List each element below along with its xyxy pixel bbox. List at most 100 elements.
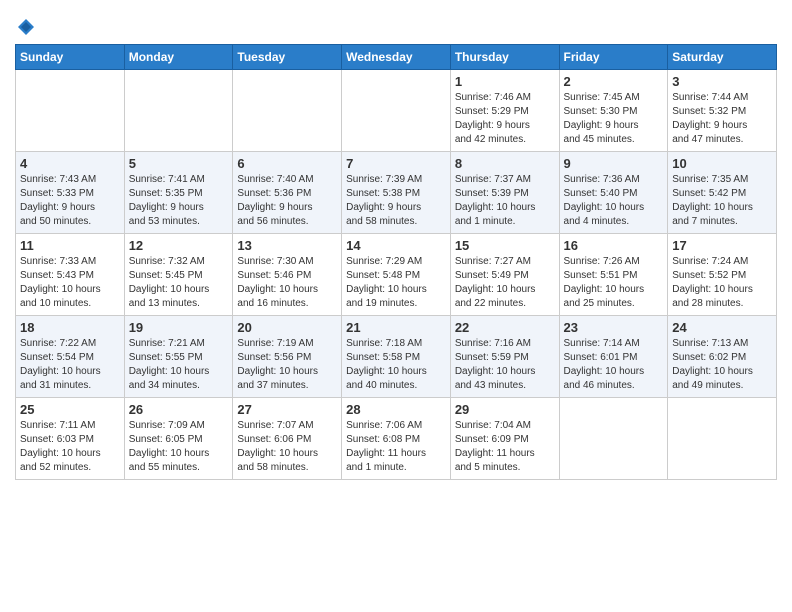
day-number: 8 — [455, 156, 555, 171]
day-info: Sunrise: 7:39 AM Sunset: 5:38 PM Dayligh… — [346, 173, 446, 229]
day-info: Sunrise: 7:04 AM Sunset: 6:09 PM Dayligh… — [455, 419, 555, 475]
week-row-3: 11 Sunrise: 7:33 AM Sunset: 5:43 PM Dayli… — [16, 234, 777, 316]
day-number: 9 — [564, 156, 664, 171]
header — [15, 10, 777, 36]
calendar-cell: 15Sunrise: 7:27 AM Sunset: 5:49 PM Dayli… — [450, 234, 559, 316]
day-number: 14 — [346, 238, 446, 253]
calendar-cell: 6 Sunrise: 7:40 AM Sunset: 5:36 PM Daylig… — [233, 152, 342, 234]
day-info: Sunrise: 7:30 AM Sunset: 5:46 PM Dayligh… — [237, 255, 337, 311]
day-info: Sunrise: 7:29 AM Sunset: 5:48 PM Dayligh… — [346, 255, 446, 311]
day-info: Sunrise: 7:16 AM Sunset: 5:59 PM Dayligh… — [455, 337, 555, 393]
calendar-cell — [233, 70, 342, 152]
calendar-cell: 12 Sunrise: 7:32 AM Sunset: 5:45 PM Dayli… — [124, 234, 233, 316]
calendar-cell — [16, 70, 125, 152]
week-row-5: 25Sunrise: 7:11 AM Sunset: 6:03 PM Dayli… — [16, 398, 777, 480]
day-info: Sunrise: 7:32 AM Sunset: 5:45 PM Dayligh… — [129, 255, 229, 311]
day-number: 26 — [129, 402, 229, 417]
day-info: Sunrise: 7:37 AM Sunset: 5:39 PM Dayligh… — [455, 173, 555, 229]
day-number: 28 — [346, 402, 446, 417]
day-header-thursday: Thursday — [450, 45, 559, 70]
calendar-cell: 3 Sunrise: 7:44 AM Sunset: 5:32 PM Daylig… — [668, 70, 777, 152]
calendar-cell: 17Sunrise: 7:24 AM Sunset: 5:52 PM Dayli… — [668, 234, 777, 316]
day-info: Sunrise: 7:14 AM Sunset: 6:01 PM Dayligh… — [564, 337, 664, 393]
day-info: Sunrise: 7:46 AM Sunset: 5:29 PM Dayligh… — [455, 91, 555, 147]
calendar-cell: 1 Sunrise: 7:46 AM Sunset: 5:29 PM Daylig… — [450, 70, 559, 152]
day-number: 21 — [346, 320, 446, 335]
calendar-cell: 25Sunrise: 7:11 AM Sunset: 6:03 PM Dayli… — [16, 398, 125, 480]
day-number: 4 — [20, 156, 120, 171]
day-header-monday: Monday — [124, 45, 233, 70]
calendar-cell: 10 Sunrise: 7:35 AM Sunset: 5:42 PM Dayli… — [668, 152, 777, 234]
day-header-saturday: Saturday — [668, 45, 777, 70]
day-number: 12 — [129, 238, 229, 253]
day-info: Sunrise: 7:21 AM Sunset: 5:55 PM Dayligh… — [129, 337, 229, 393]
calendar-cell — [342, 70, 451, 152]
day-number: 5 — [129, 156, 229, 171]
day-number: 27 — [237, 402, 337, 417]
day-header-sunday: Sunday — [16, 45, 125, 70]
day-number: 23 — [564, 320, 664, 335]
calendar-cell — [668, 398, 777, 480]
day-info: Sunrise: 7:35 AM Sunset: 5:42 PM Dayligh… — [672, 173, 772, 229]
calendar-cell: 4 Sunrise: 7:43 AM Sunset: 5:33 PM Daylig… — [16, 152, 125, 234]
calendar-cell: 23 Sunrise: 7:14 AM Sunset: 6:01 PM Dayli… — [559, 316, 668, 398]
calendar-cell: 5 Sunrise: 7:41 AM Sunset: 5:35 PM Daylig… — [124, 152, 233, 234]
day-number: 10 — [672, 156, 772, 171]
day-number: 22 — [455, 320, 555, 335]
calendar-cell: 2 Sunrise: 7:45 AM Sunset: 5:30 PM Daylig… — [559, 70, 668, 152]
calendar-cell — [559, 398, 668, 480]
week-row-4: 18 Sunrise: 7:22 AM Sunset: 5:54 PM Dayli… — [16, 316, 777, 398]
day-info: Sunrise: 7:27 AM Sunset: 5:49 PM Dayligh… — [455, 255, 555, 311]
day-number: 2 — [564, 74, 664, 89]
calendar-cell: 26 Sunrise: 7:09 AM Sunset: 6:05 PM Dayli… — [124, 398, 233, 480]
day-info: Sunrise: 7:36 AM Sunset: 5:40 PM Dayligh… — [564, 173, 664, 229]
day-info: Sunrise: 7:44 AM Sunset: 5:32 PM Dayligh… — [672, 91, 772, 147]
calendar-cell: 29 Sunrise: 7:04 AM Sunset: 6:09 PM Dayli… — [450, 398, 559, 480]
calendar-cell: 27 Sunrise: 7:07 AM Sunset: 6:06 PM Dayli… — [233, 398, 342, 480]
day-info: Sunrise: 7:19 AM Sunset: 5:56 PM Dayligh… — [237, 337, 337, 393]
day-number: 20 — [237, 320, 337, 335]
logo-flag-icon — [17, 18, 35, 36]
day-info: Sunrise: 7:07 AM Sunset: 6:06 PM Dayligh… — [237, 419, 337, 475]
day-info: Sunrise: 7:11 AM Sunset: 6:03 PM Dayligh… — [20, 419, 120, 475]
day-header-friday: Friday — [559, 45, 668, 70]
calendar-cell: 20 Sunrise: 7:19 AM Sunset: 5:56 PM Dayli… — [233, 316, 342, 398]
calendar-cell: 13 Sunrise: 7:30 AM Sunset: 5:46 PM Dayli… — [233, 234, 342, 316]
day-info: Sunrise: 7:45 AM Sunset: 5:30 PM Dayligh… — [564, 91, 664, 147]
calendar-cell: 11 Sunrise: 7:33 AM Sunset: 5:43 PM Dayli… — [16, 234, 125, 316]
calendar-cell: 7Sunrise: 7:39 AM Sunset: 5:38 PM Daylig… — [342, 152, 451, 234]
day-number: 29 — [455, 402, 555, 417]
day-number: 3 — [672, 74, 772, 89]
day-number: 6 — [237, 156, 337, 171]
logo — [15, 18, 37, 36]
calendar-cell: 16 Sunrise: 7:26 AM Sunset: 5:51 PM Dayli… — [559, 234, 668, 316]
calendar-cell: 22 Sunrise: 7:16 AM Sunset: 5:59 PM Dayli… — [450, 316, 559, 398]
day-number: 11 — [20, 238, 120, 253]
day-info: Sunrise: 7:09 AM Sunset: 6:05 PM Dayligh… — [129, 419, 229, 475]
day-number: 1 — [455, 74, 555, 89]
calendar-table: SundayMondayTuesdayWednesdayThursdayFrid… — [15, 44, 777, 480]
day-number: 13 — [237, 238, 337, 253]
day-info: Sunrise: 7:40 AM Sunset: 5:36 PM Dayligh… — [237, 173, 337, 229]
week-row-2: 4 Sunrise: 7:43 AM Sunset: 5:33 PM Daylig… — [16, 152, 777, 234]
day-info: Sunrise: 7:33 AM Sunset: 5:43 PM Dayligh… — [20, 255, 120, 311]
day-info: Sunrise: 7:43 AM Sunset: 5:33 PM Dayligh… — [20, 173, 120, 229]
day-info: Sunrise: 7:41 AM Sunset: 5:35 PM Dayligh… — [129, 173, 229, 229]
day-info: Sunrise: 7:26 AM Sunset: 5:51 PM Dayligh… — [564, 255, 664, 311]
calendar-cell: 21Sunrise: 7:18 AM Sunset: 5:58 PM Dayli… — [342, 316, 451, 398]
calendar-cell: 19 Sunrise: 7:21 AM Sunset: 5:55 PM Dayli… — [124, 316, 233, 398]
day-info: Sunrise: 7:13 AM Sunset: 6:02 PM Dayligh… — [672, 337, 772, 393]
day-number: 17 — [672, 238, 772, 253]
day-header-wednesday: Wednesday — [342, 45, 451, 70]
day-info: Sunrise: 7:06 AM Sunset: 6:08 PM Dayligh… — [346, 419, 446, 475]
day-header-tuesday: Tuesday — [233, 45, 342, 70]
calendar-cell — [124, 70, 233, 152]
day-number: 18 — [20, 320, 120, 335]
calendar-cell: 9 Sunrise: 7:36 AM Sunset: 5:40 PM Daylig… — [559, 152, 668, 234]
day-number: 19 — [129, 320, 229, 335]
days-header-row: SundayMondayTuesdayWednesdayThursdayFrid… — [16, 45, 777, 70]
day-number: 16 — [564, 238, 664, 253]
day-info: Sunrise: 7:22 AM Sunset: 5:54 PM Dayligh… — [20, 337, 120, 393]
calendar-cell: 14 Sunrise: 7:29 AM Sunset: 5:48 PM Dayli… — [342, 234, 451, 316]
calendar-cell: 28 Sunrise: 7:06 AM Sunset: 6:08 PM Dayli… — [342, 398, 451, 480]
